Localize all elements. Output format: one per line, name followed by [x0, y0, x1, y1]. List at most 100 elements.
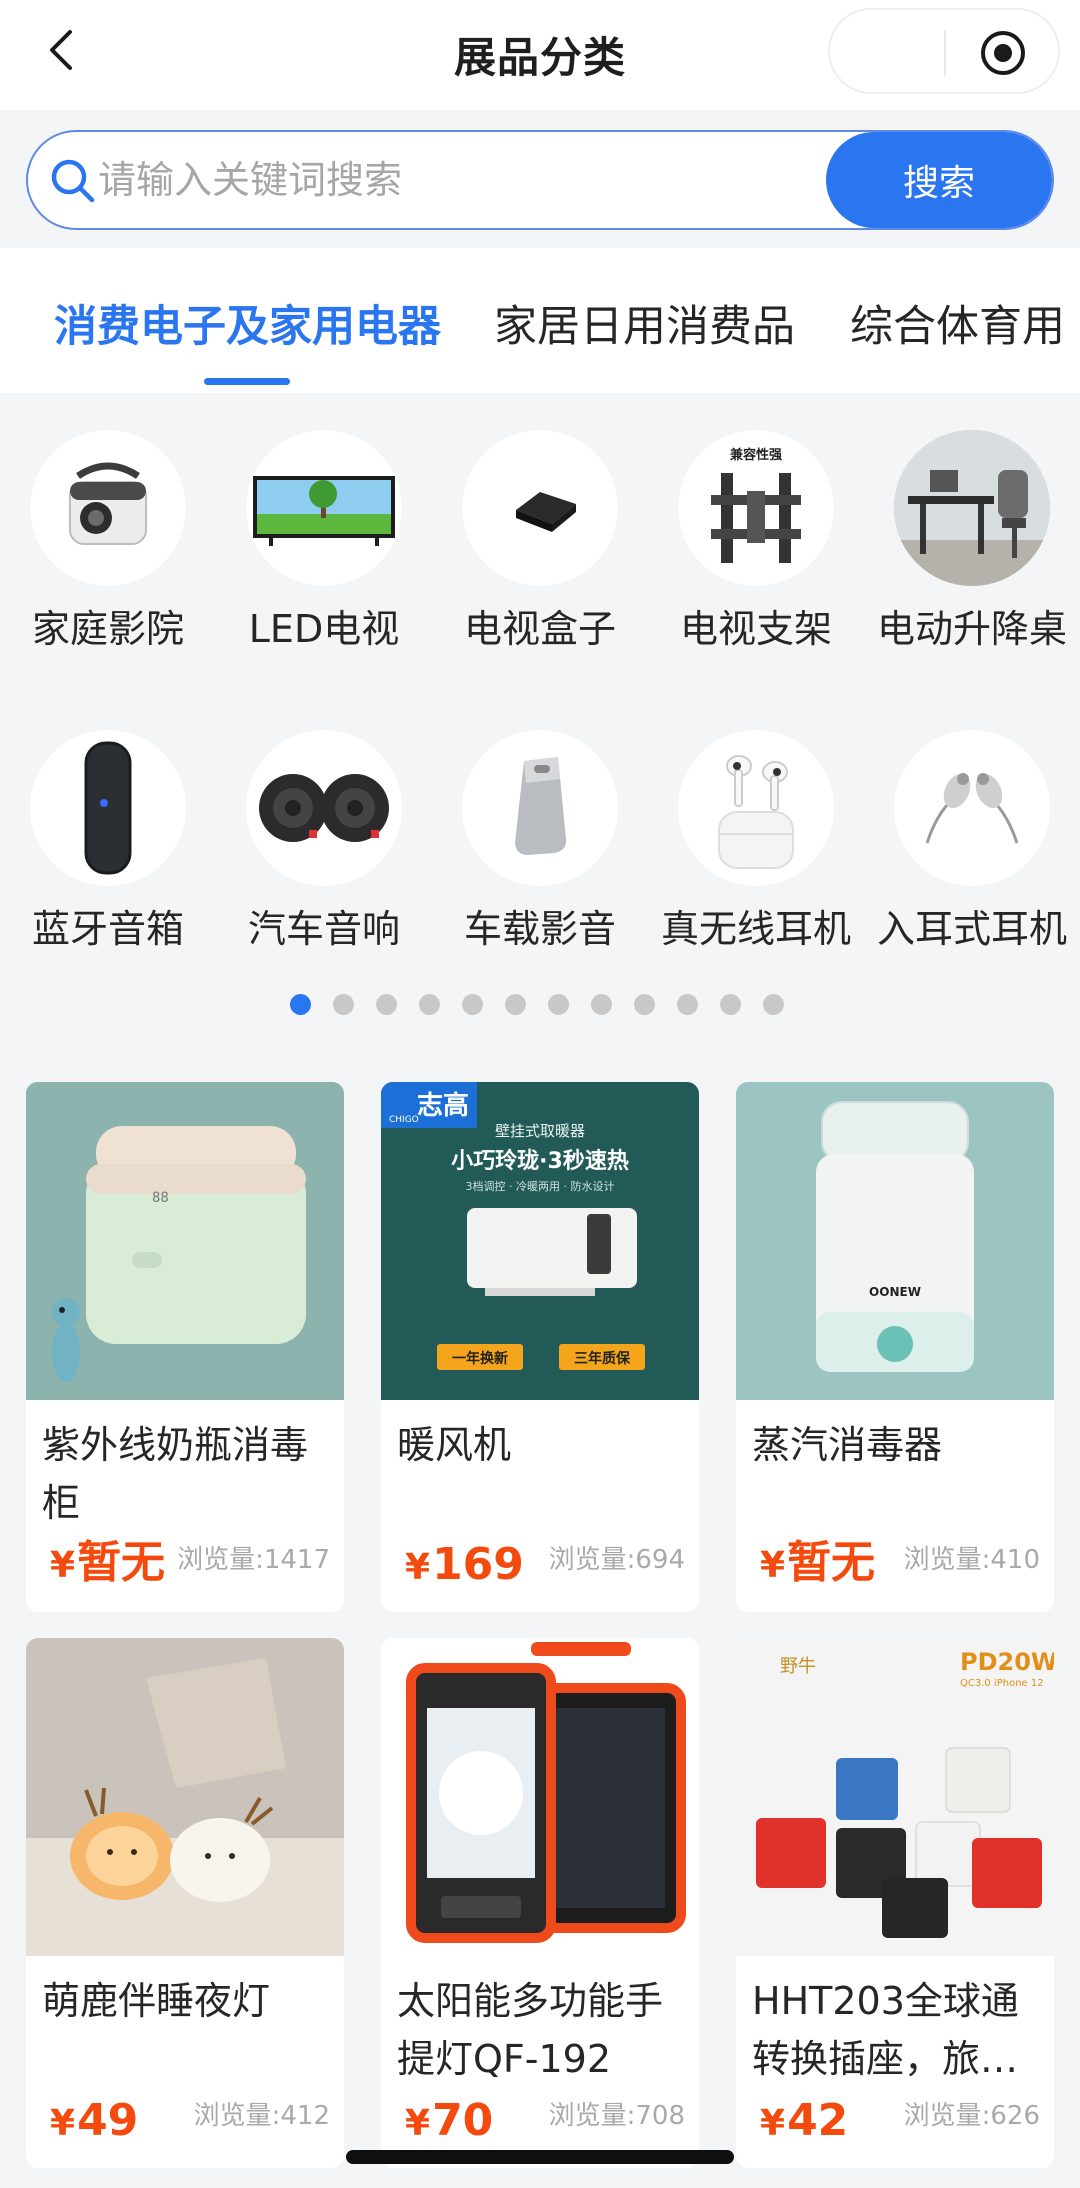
pagination-dot[interactable]: [505, 994, 526, 1015]
active-tab-indicator: [204, 378, 290, 385]
category-label: 真无线耳机: [660, 907, 851, 951]
category-label: 汽车音响: [247, 907, 400, 951]
svg-text:野牛: 野牛: [780, 1656, 816, 1677]
wall-heater-image: CHIGO 志高 壁挂式取暖器 小巧玲珑·3秒速热 3档调控 · 冷暖两用 · …: [381, 1082, 699, 1400]
svg-text:PD20W: PD20W: [960, 1648, 1054, 1676]
product-views: 浏览量:410: [903, 1545, 1040, 1575]
search-bar: 搜索: [26, 130, 1054, 230]
search-icon: [51, 159, 95, 203]
category-label: 家庭影院: [31, 607, 184, 651]
product-views: 浏览量:412: [193, 2101, 330, 2131]
in-ear-earphones-icon: [894, 730, 1050, 886]
category-item-car-av[interactable]: 车载影音: [432, 730, 648, 953]
product-card[interactable]: 太阳能多功能手提灯QF-192 ¥70 浏览量:708: [381, 1638, 699, 2168]
pagination-dot[interactable]: [290, 994, 311, 1015]
product-title: 萌鹿伴睡夜灯: [42, 1979, 271, 2023]
pagination-dot[interactable]: [720, 994, 741, 1015]
category-item-standing-desk[interactable]: 电动升降桌: [864, 430, 1080, 653]
category-pagination: [290, 994, 784, 1016]
svg-text:QC3.0 iPhone 12: QC3.0 iPhone 12: [960, 1678, 1044, 1689]
product-price: ¥42: [760, 2095, 849, 2146]
deer-night-light-image: [26, 1638, 344, 1956]
tab-household-goods[interactable]: 家居日用消费品: [494, 292, 795, 354]
pagination-dot[interactable]: [419, 994, 440, 1015]
standing-desk-icon: [894, 430, 1050, 586]
category-label: 蓝牙音箱: [31, 907, 184, 951]
bluetooth-speaker-icon: [30, 730, 186, 886]
category-item-tv-box[interactable]: 电视盒子: [432, 430, 648, 653]
svg-text:3档调控 · 冷暖两用 · 防水设计: 3档调控 · 冷暖两用 · 防水设计: [466, 1179, 615, 1193]
pagination-dot[interactable]: [376, 994, 397, 1015]
mount-badge-text: 兼容性强: [730, 447, 782, 463]
category-tabs: 消费电子及家用电器 家居日用消费品 综合体育用: [0, 248, 1080, 393]
header-bar: 展品分类: [0, 0, 1080, 110]
category-item-led-tv[interactable]: LED电视: [216, 430, 432, 653]
category-label: 入耳式耳机: [876, 907, 1067, 951]
wireless-earbuds-icon: [678, 730, 834, 886]
category-label: 车载影音: [463, 907, 616, 951]
travel-adapter-image: 野牛 PD20W QC3.0 iPhone 12: [736, 1638, 1054, 1956]
category-item-in-ear[interactable]: 入耳式耳机: [864, 730, 1080, 953]
solar-lantern-image: [381, 1638, 699, 1956]
tv-mount-icon: 兼容性强: [678, 430, 834, 586]
product-views: 浏览量:708: [548, 2101, 685, 2131]
category-item-car-speaker[interactable]: 汽车音响: [216, 730, 432, 953]
category-item-bluetooth-speaker[interactable]: 蓝牙音箱: [0, 730, 216, 953]
pagination-dot[interactable]: [548, 994, 569, 1015]
mini-program-capsule[interactable]: [828, 8, 1060, 94]
product-price: ¥169: [405, 1539, 524, 1590]
car-speaker-icon: [246, 730, 402, 886]
svg-text:OONEW: OONEW: [869, 1285, 921, 1299]
steam-sterilizer-image: OONEW: [736, 1082, 1054, 1400]
product-card[interactable]: 88 紫外线奶瓶消毒柜 ¥暂无 浏览量:1417: [26, 1082, 344, 1612]
product-title: 暖风机: [397, 1423, 512, 1467]
home-indicator: [346, 2150, 734, 2164]
category-label: 电视支架: [679, 607, 832, 651]
product-price: ¥49: [50, 2095, 139, 2146]
tv-icon: [246, 430, 402, 586]
product-price: ¥暂无: [760, 1537, 876, 1588]
product-title: HHT203全球通转换插座，旅…: [752, 1979, 1019, 2081]
sterilizer-cabinet-image: 88: [26, 1082, 344, 1400]
product-title: 太阳能多功能手提灯QF-192: [397, 1979, 664, 2081]
category-label: 电视盒子: [463, 607, 616, 651]
product-views: 浏览量:694: [548, 1545, 685, 1575]
svg-text:88: 88: [152, 1190, 169, 1206]
projector-icon: [30, 430, 186, 586]
product-card[interactable]: OONEW 蒸汽消毒器 ¥暂无 浏览量:410: [736, 1082, 1054, 1612]
pagination-dot[interactable]: [677, 994, 698, 1015]
pagination-dot[interactable]: [333, 994, 354, 1015]
capsule-divider: [944, 30, 946, 76]
search-button[interactable]: 搜索: [826, 132, 1052, 228]
product-price: ¥70: [405, 2095, 494, 2146]
product-price: ¥暂无: [50, 1537, 166, 1588]
category-item-tws-earbuds[interactable]: 真无线耳机: [648, 730, 864, 953]
pagination-dot[interactable]: [763, 994, 784, 1015]
product-card[interactable]: 野牛 PD20W QC3.0 iPhone 12 HHT203全球通转换插座，旅…: [736, 1638, 1054, 2168]
svg-text:CHIGO: CHIGO: [389, 1115, 419, 1125]
category-item-home-theater[interactable]: 家庭影院: [0, 430, 216, 653]
product-title: 蒸汽消毒器: [752, 1423, 943, 1467]
category-label: LED电视: [248, 607, 400, 651]
svg-text:志高: 志高: [417, 1090, 469, 1121]
svg-text:一年换新: 一年换新: [452, 1350, 508, 1367]
product-views: 浏览量:1417: [177, 1545, 330, 1575]
product-views: 浏览量:626: [903, 2101, 1040, 2131]
category-label: 电动升降桌: [876, 607, 1067, 651]
pagination-dot[interactable]: [634, 994, 655, 1015]
svg-text:三年质保: 三年质保: [574, 1350, 631, 1367]
pagination-dot[interactable]: [462, 994, 483, 1015]
search-input[interactable]: [98, 132, 818, 228]
svg-text:壁挂式取暖器: 壁挂式取暖器: [495, 1122, 585, 1140]
svg-text:小巧玲珑·3秒速热: 小巧玲珑·3秒速热: [451, 1148, 629, 1174]
product-title: 紫外线奶瓶消毒柜: [42, 1423, 309, 1525]
product-card[interactable]: CHIGO 志高 壁挂式取暖器 小巧玲珑·3秒速热 3档调控 · 冷暖两用 · …: [381, 1082, 699, 1612]
product-card[interactable]: 萌鹿伴睡夜灯 ¥49 浏览量:412: [26, 1638, 344, 2168]
usb-drive-icon: [462, 730, 618, 886]
category-item-tv-mount[interactable]: 兼容性强 电视支架: [648, 430, 864, 653]
target-icon[interactable]: [980, 30, 1026, 76]
tv-box-icon: [462, 430, 618, 586]
tab-sports[interactable]: 综合体育用: [850, 292, 1065, 354]
pagination-dot[interactable]: [591, 994, 612, 1015]
tab-consumer-electronics[interactable]: 消费电子及家用电器: [54, 292, 441, 354]
